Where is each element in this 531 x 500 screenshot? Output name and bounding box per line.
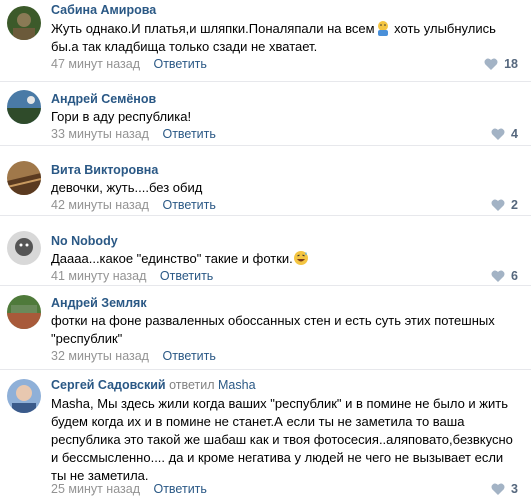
comment-meta: 41 минуту назад Ответить bbox=[51, 269, 213, 283]
like-button[interactable]: 6 bbox=[491, 269, 518, 283]
reply-button[interactable]: Ответить bbox=[153, 57, 206, 71]
heart-icon bbox=[491, 199, 505, 211]
comment-author[interactable]: Андрей Семёнов bbox=[51, 92, 156, 106]
comment-meta: 25 минут назад Ответить bbox=[51, 482, 207, 496]
comment-meta: 32 минуты назад Ответить bbox=[51, 349, 216, 363]
comment-text: Masha, Мы здесь жили когда ваших "респуб… bbox=[51, 396, 513, 483]
reply-button[interactable]: Ответить bbox=[162, 198, 215, 212]
comment-author[interactable]: Сабина Амирова bbox=[51, 3, 156, 17]
avatar[interactable] bbox=[7, 161, 41, 195]
comment-time[interactable]: 41 минуту назад bbox=[51, 269, 146, 283]
replied-to-link[interactable]: Masha bbox=[218, 378, 256, 392]
comment-meta: 47 минут назад Ответить bbox=[51, 57, 207, 71]
heart-icon bbox=[484, 58, 498, 70]
comment-time[interactable]: 25 минут назад bbox=[51, 482, 140, 496]
comment-author[interactable]: Андрей Земляк bbox=[51, 296, 147, 310]
like-button[interactable]: 4 bbox=[491, 127, 518, 141]
person-facepalm-emoji bbox=[377, 21, 388, 36]
comment: Вита Викторовна девочки, жуть....без оби… bbox=[0, 146, 531, 216]
comment-time[interactable]: 32 минуты назад bbox=[51, 349, 149, 363]
grinning-sweat-emoji bbox=[293, 251, 308, 265]
like-count: 3 bbox=[511, 482, 518, 496]
replied-label: ответил bbox=[169, 378, 215, 392]
reply-button[interactable]: Ответить bbox=[160, 269, 213, 283]
comment-text: Жуть однако.И платья,и шляпки.Поналяпали… bbox=[51, 21, 496, 54]
comment-text: девочки, жуть....без обид bbox=[51, 180, 203, 195]
comment: No Nobody Даааа...какое "единство" такие… bbox=[0, 216, 531, 286]
comment: Сергей Садовский ответил Masha Masha, Мы… bbox=[0, 370, 531, 500]
comment-author[interactable]: No Nobody bbox=[51, 234, 118, 248]
reply-button[interactable]: Ответить bbox=[162, 349, 215, 363]
avatar[interactable] bbox=[7, 231, 41, 265]
heart-icon bbox=[491, 270, 505, 282]
like-count: 4 bbox=[511, 127, 518, 141]
comment-text: фотки на фоне разваленных обоссанных сте… bbox=[51, 313, 495, 346]
comment-author[interactable]: Вита Викторовна bbox=[51, 163, 158, 177]
like-button[interactable]: 2 bbox=[491, 198, 518, 212]
avatar[interactable] bbox=[7, 90, 41, 124]
reply-button[interactable]: Ответить bbox=[153, 482, 206, 496]
avatar[interactable] bbox=[7, 295, 41, 329]
comment-text: Даааа...какое "единство" такие и фотки. bbox=[51, 250, 511, 268]
comment: Сабина Амирова Жуть однако.И платья,и шл… bbox=[0, 0, 531, 82]
like-count: 6 bbox=[511, 269, 518, 283]
comment: Андрей Семёнов Гори в аду республика! 33… bbox=[0, 82, 531, 146]
comment-author[interactable]: Сергей Садовский ответил Masha bbox=[51, 378, 256, 392]
like-count: 2 bbox=[511, 198, 518, 212]
heart-icon bbox=[491, 483, 505, 495]
like-button[interactable]: 18 bbox=[484, 57, 518, 71]
reply-button[interactable]: Ответить bbox=[162, 127, 215, 141]
like-count: 18 bbox=[504, 57, 518, 71]
comment-time[interactable]: 33 минуты назад bbox=[51, 127, 149, 141]
like-button[interactable]: 3 bbox=[491, 482, 518, 496]
avatar[interactable] bbox=[7, 6, 41, 40]
heart-icon bbox=[491, 128, 505, 140]
comment-time[interactable]: 47 минут назад bbox=[51, 57, 140, 71]
comment-time[interactable]: 42 минуты назад bbox=[51, 198, 149, 212]
comment: Андрей Земляк фотки на фоне разваленных … bbox=[0, 286, 531, 370]
comment-meta: 42 минуты назад Ответить bbox=[51, 198, 216, 212]
avatar[interactable] bbox=[7, 379, 41, 413]
comment-meta: 33 минуты назад Ответить bbox=[51, 127, 216, 141]
comment-text: Гори в аду республика! bbox=[51, 109, 192, 124]
